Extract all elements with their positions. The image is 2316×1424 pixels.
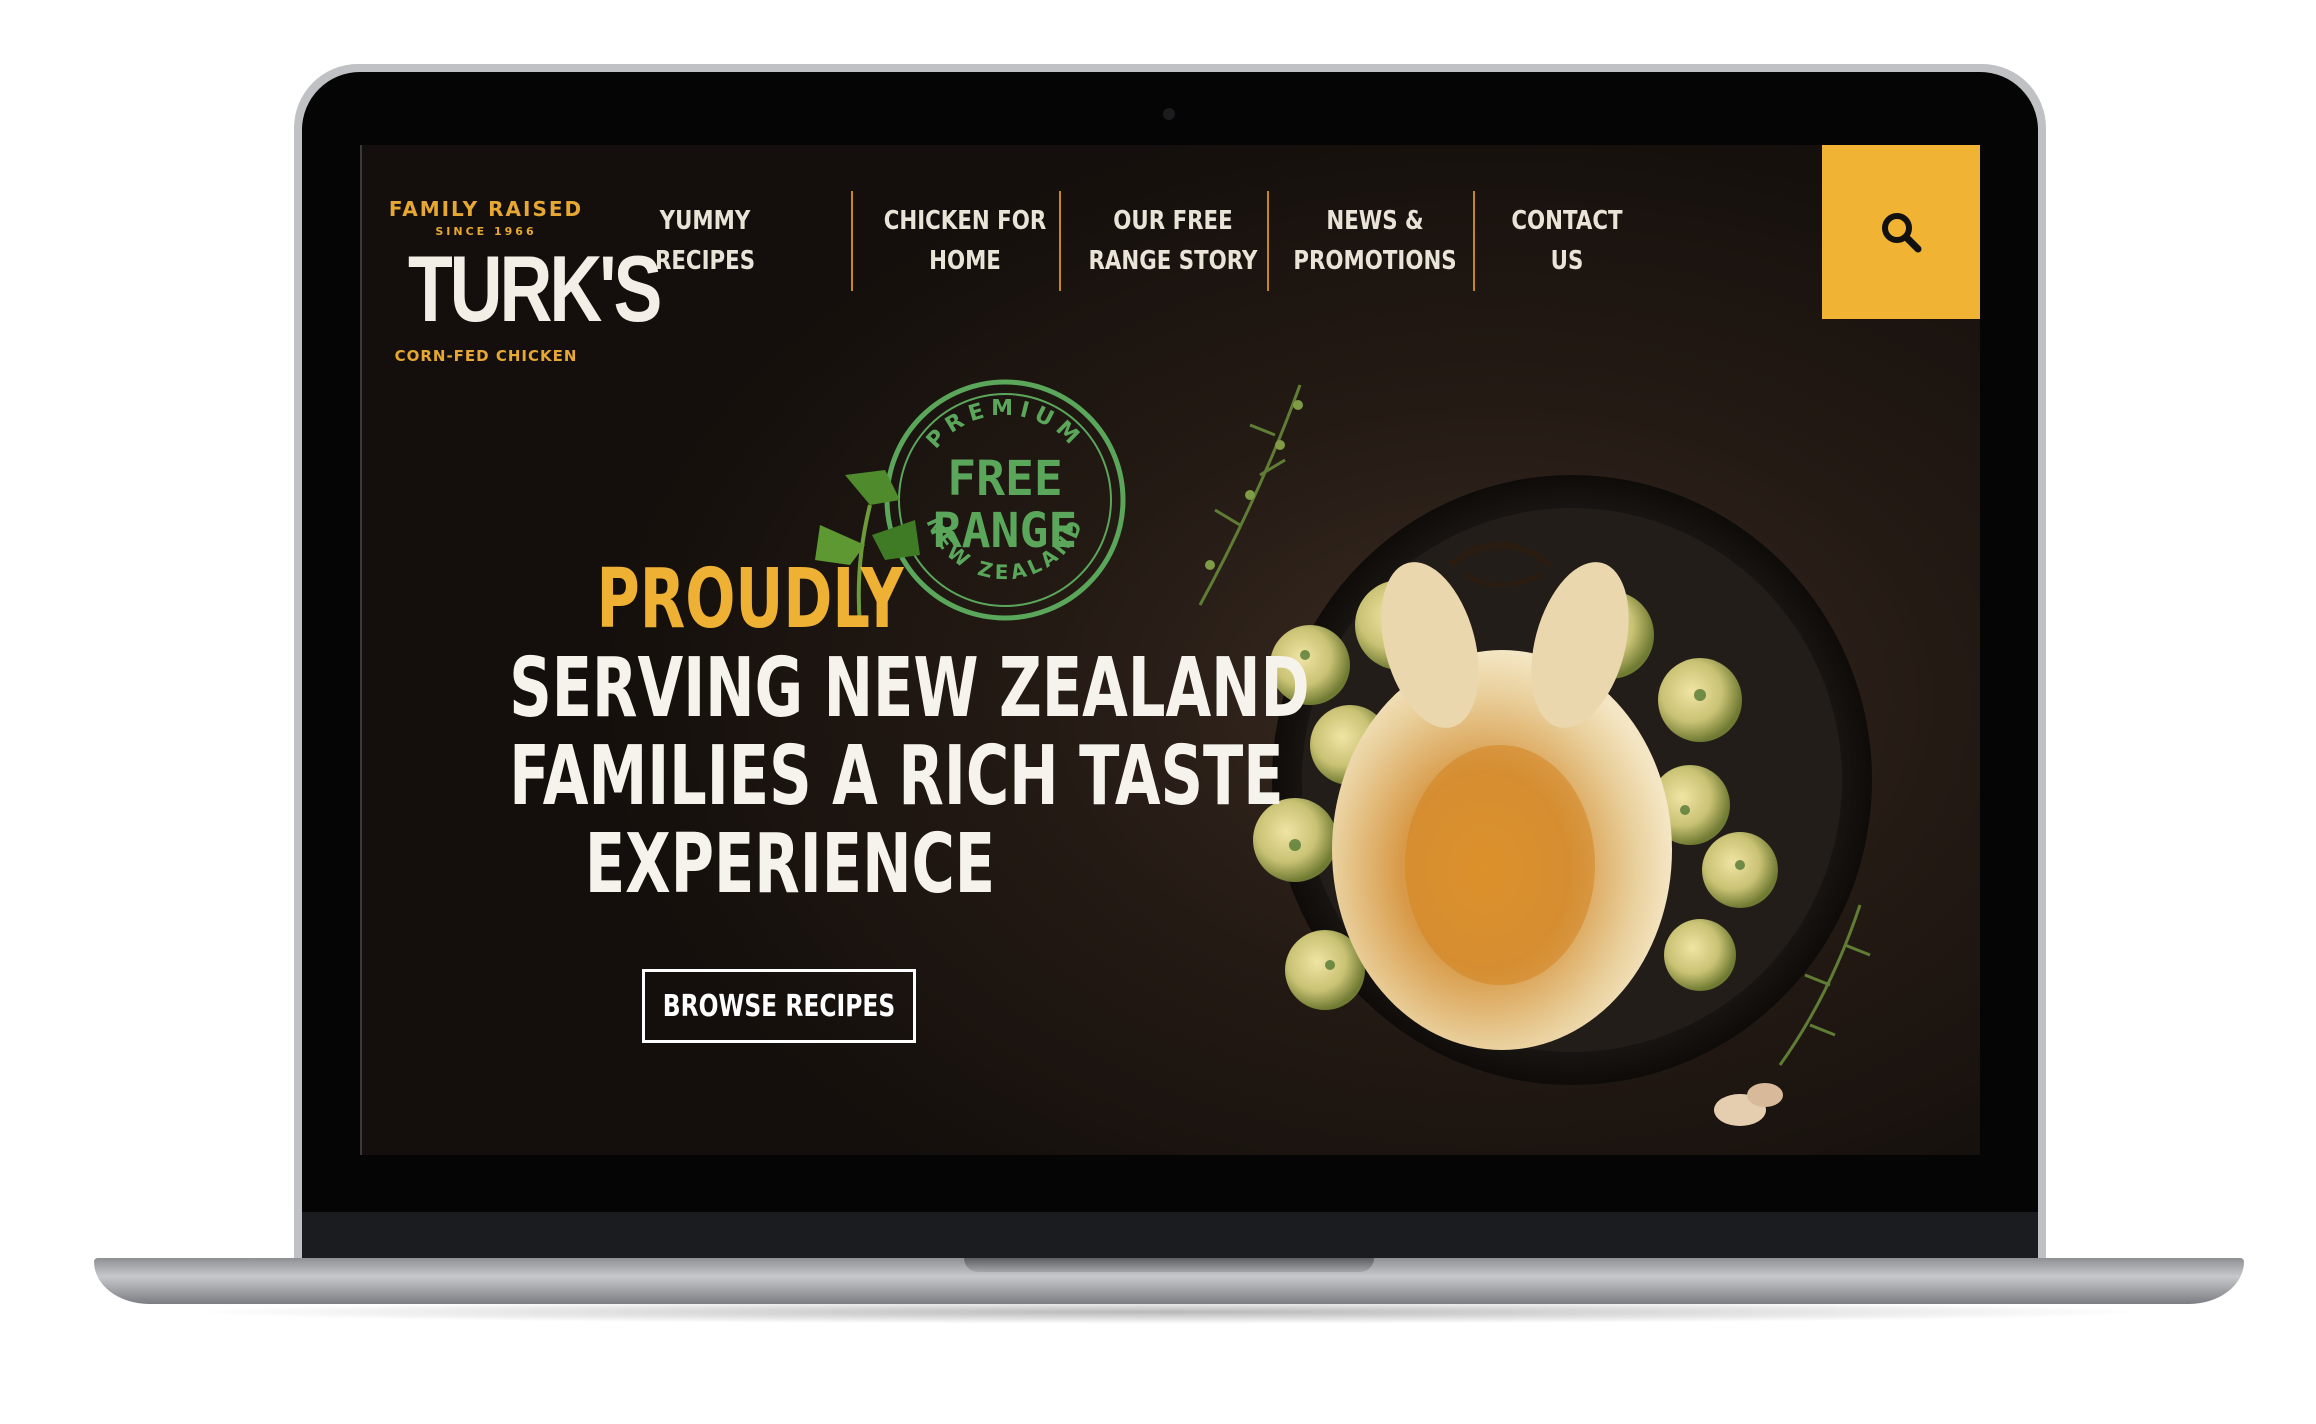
hero-line-1: SERVING NEW ZEALAND <box>509 641 1310 736</box>
search-icon <box>1882 213 1922 253</box>
logo-tagline-bottom: CORN-FED CHICKEN <box>394 347 578 365</box>
nav-item-yummy-recipes[interactable]: YUMMY RECIPES <box>644 191 767 291</box>
nav-item-news-promotions[interactable]: NEWS & PROMOTIONS <box>1293 191 1457 291</box>
laptop-notch <box>964 1258 1374 1272</box>
nav-item-label: NEWS & PROMOTIONS <box>1293 206 1457 276</box>
nav-item-label: CHICKEN FOR HOME <box>883 206 1047 276</box>
nav-item-chicken-for-home[interactable]: CHICKEN FOR HOME <box>883 191 1047 291</box>
nav-item-label: OUR FREE RANGE STORY <box>1088 206 1258 276</box>
roast-chicken-image <box>1198 384 1872 1126</box>
laptop-chin <box>302 1212 2038 1264</box>
stamp-line1: FREE <box>947 451 1063 507</box>
nav-item-label: CONTACT US <box>1511 206 1623 276</box>
nav-divider <box>851 191 853 291</box>
nav-item-free-range-story[interactable]: OUR FREE RANGE STORY <box>1083 191 1263 291</box>
hero-headline: PROUDLY SERVING NEW ZEALAND FAMILIES A R… <box>400 552 1310 912</box>
nav-divider <box>1059 191 1061 291</box>
cta-label: BROWSE RECIPES <box>662 988 896 1024</box>
nav-divider <box>1267 191 1269 291</box>
website-screen: FAMILY RAISED SINCE 1966 TURK'S CORN-FED… <box>360 145 1980 1155</box>
hero-highlight: PROUDLY <box>596 552 904 647</box>
main-nav: YUMMY RECIPES CHICKEN FOR HOME OUR FREE … <box>360 145 1980 325</box>
stamp-top-text: PREMIUM <box>922 396 1082 454</box>
search-button[interactable] <box>1822 145 1980 319</box>
hero-line-3: EXPERIENCE <box>584 817 996 912</box>
browse-recipes-button[interactable]: BROWSE RECIPES <box>642 969 916 1043</box>
camera-icon <box>1163 108 1175 120</box>
nav-item-contact-us[interactable]: CONTACT US <box>1493 191 1641 291</box>
nav-divider <box>1473 191 1475 291</box>
svg-text:PREMIUM: PREMIUM <box>922 396 1088 454</box>
nav-item-label: YUMMY RECIPES <box>654 206 756 276</box>
hero-line-2: FAMILIES A RICH TASTE <box>509 729 1284 824</box>
